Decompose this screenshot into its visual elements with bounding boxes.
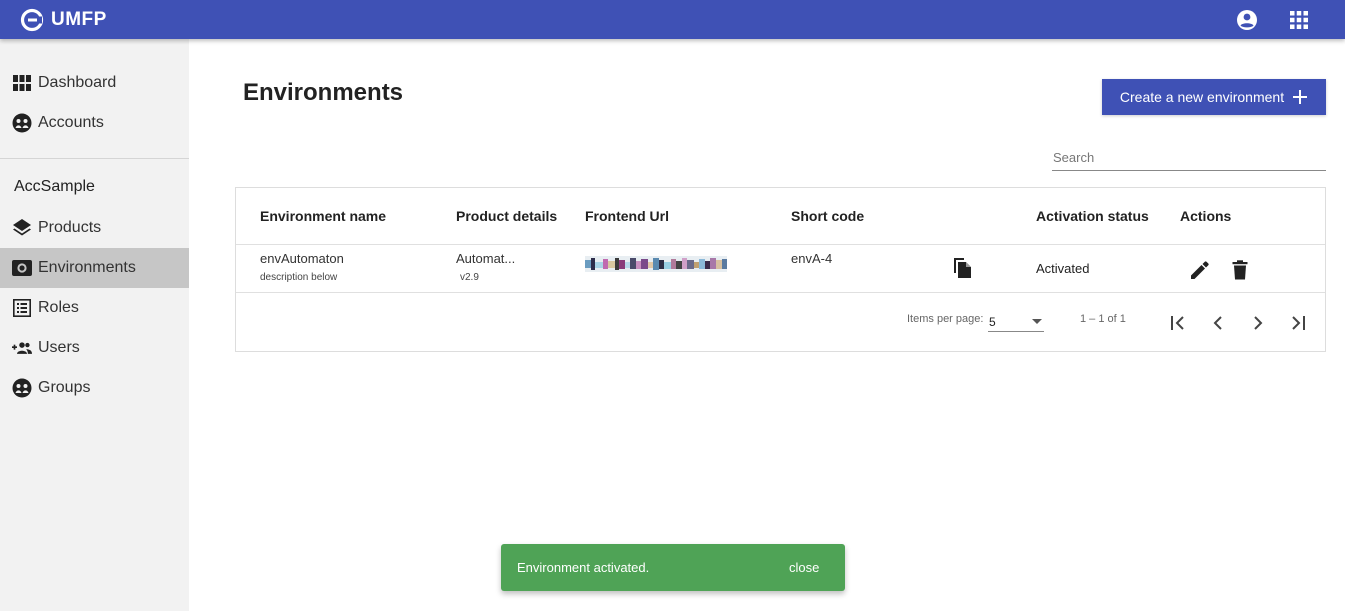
column-header-activation-status: Activation status bbox=[1036, 208, 1149, 224]
header-divider bbox=[236, 244, 1325, 245]
items-per-page-value: 5 bbox=[989, 315, 996, 329]
column-header-product-details: Product details bbox=[456, 208, 558, 224]
sidebar-item-label: Groups bbox=[38, 379, 91, 396]
sidebar-item-environments[interactable]: Environments bbox=[0, 248, 189, 288]
accounts-icon bbox=[12, 113, 32, 133]
top-app-bar: UMFP bbox=[0, 0, 1345, 39]
environments-table: Environment name Product details Fronten… bbox=[235, 187, 1326, 352]
edit-icon[interactable] bbox=[1188, 258, 1212, 282]
search-input[interactable] bbox=[1052, 146, 1326, 168]
sidebar-item-users[interactable]: Users bbox=[0, 328, 189, 368]
environment-description: description below bbox=[260, 272, 338, 283]
first-page-icon[interactable] bbox=[1166, 311, 1190, 335]
delete-icon[interactable] bbox=[1228, 258, 1252, 282]
next-page-icon[interactable] bbox=[1246, 311, 1270, 335]
short-code: envA-4 bbox=[791, 251, 833, 266]
sidebar-item-products[interactable]: Products bbox=[0, 208, 189, 248]
page-title: Environments bbox=[243, 79, 404, 106]
account-circle-icon[interactable] bbox=[1235, 8, 1259, 32]
dropdown-arrow-icon bbox=[1032, 319, 1042, 324]
column-header-frontend-url: Frontend Url bbox=[585, 208, 669, 224]
items-per-page-label: Items per page: bbox=[907, 313, 984, 325]
layers-icon bbox=[12, 218, 32, 238]
sidebar-item-groups[interactable]: Groups bbox=[0, 368, 189, 408]
sidebar-item-label: Users bbox=[38, 339, 80, 356]
frontend-url-redacted[interactable] bbox=[585, 256, 727, 272]
last-page-icon[interactable] bbox=[1286, 311, 1310, 335]
sidebar-item-label: Accounts bbox=[38, 114, 104, 131]
activation-status: Activated bbox=[1036, 261, 1090, 276]
sidebar-divider bbox=[0, 158, 189, 159]
sidebar-item-label: Products bbox=[38, 219, 102, 236]
product-name: Automat... bbox=[456, 251, 516, 266]
plus-icon bbox=[1292, 89, 1308, 105]
sidebar-item-accounts[interactable]: Accounts bbox=[0, 103, 189, 143]
column-header-short-code: Short code bbox=[791, 208, 865, 224]
copy-icon[interactable] bbox=[950, 256, 974, 280]
sidebar-item-dashboard[interactable]: Dashboard bbox=[0, 63, 189, 103]
sidebar-item-label: Environments bbox=[38, 259, 136, 276]
sidebar-item-roles[interactable]: Roles bbox=[0, 288, 189, 328]
logo-icon bbox=[20, 8, 44, 32]
sidebar-item-label: Dashboard bbox=[38, 74, 117, 91]
app-name: UMFP bbox=[51, 9, 107, 30]
brand-logo[interactable]: UMFP bbox=[20, 7, 107, 33]
snackbar-message: Environment activated. bbox=[517, 560, 650, 575]
create-environment-button[interactable]: Create a new environment bbox=[1102, 79, 1326, 115]
apps-grid-icon[interactable] bbox=[1287, 8, 1311, 32]
sidebar-item-label: Roles bbox=[38, 299, 79, 316]
product-version: v2.9 bbox=[460, 272, 479, 283]
account-section-label: AccSample bbox=[14, 178, 95, 195]
column-header-environment-name: Environment name bbox=[260, 208, 387, 224]
dashboard-grid-icon bbox=[12, 73, 32, 93]
group-add-icon bbox=[12, 338, 32, 358]
list-icon bbox=[12, 298, 32, 318]
create-environment-label: Create a new environment bbox=[1119, 89, 1285, 105]
pagination-range: 1 – 1 of 1 bbox=[1080, 313, 1126, 325]
sidebar: Dashboard Accounts AccSample Products En… bbox=[0, 39, 189, 611]
column-header-actions: Actions bbox=[1180, 208, 1232, 224]
row-divider bbox=[236, 292, 1325, 293]
search-field[interactable] bbox=[1052, 146, 1326, 171]
snackbar: Environment activated. close bbox=[501, 544, 845, 591]
items-per-page-select[interactable]: 5 bbox=[988, 310, 1044, 332]
environment-name: envAutomaton bbox=[260, 251, 344, 266]
groups-icon bbox=[12, 378, 32, 398]
camera-icon bbox=[12, 258, 32, 278]
snackbar-close-button[interactable]: close bbox=[789, 560, 819, 575]
previous-page-icon[interactable] bbox=[1206, 311, 1230, 335]
